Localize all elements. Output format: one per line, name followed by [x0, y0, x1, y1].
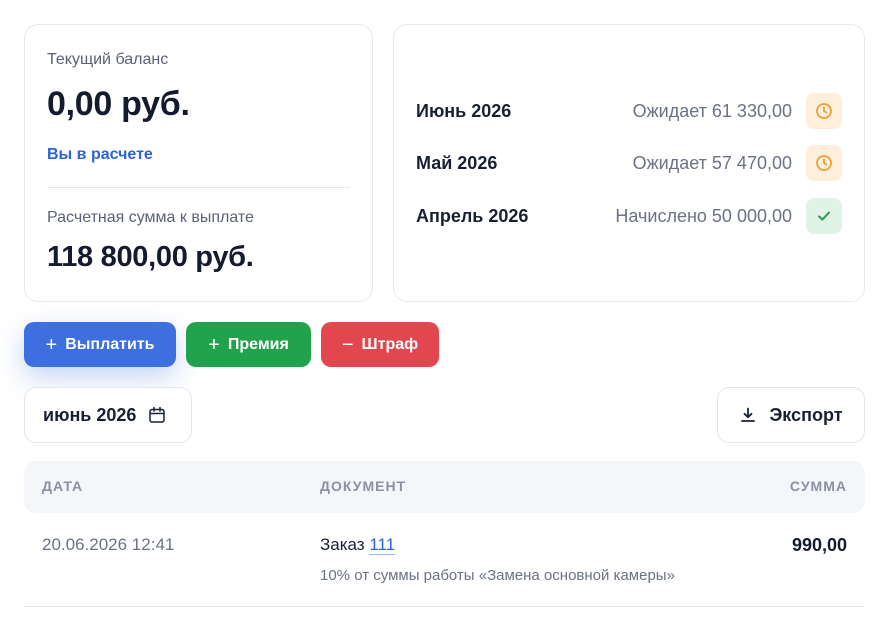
- minus-icon: −: [341, 333, 354, 356]
- table-row: 20.06.2026 12:41 Заказ 111 10% от суммы …: [24, 513, 865, 607]
- clock-icon: [816, 103, 832, 119]
- month-row[interactable]: Июнь 2026 Ожидает 61 330,00: [416, 93, 842, 129]
- month-row[interactable]: Май 2026 Ожидает 57 470,00: [416, 145, 842, 181]
- calendar-icon: [149, 406, 166, 423]
- pending-badge: [806, 93, 842, 129]
- month-status: Начислено 50 000,00: [615, 206, 792, 226]
- row-description: 10% от суммы работы «Замена основной кам…: [320, 567, 675, 584]
- pay-button[interactable]: + Выплатить: [24, 322, 176, 367]
- bonus-button-label: Премия: [227, 335, 289, 353]
- row-document: Заказ 111: [320, 535, 396, 555]
- month-status: Ожидает 57 470,00: [632, 153, 792, 173]
- row-date: 20.06.2026 12:41: [42, 535, 175, 554]
- monthly-summary-card: Июнь 2026 Ожидает 61 330,00 Май 2026 Ожи…: [393, 24, 865, 302]
- payout-label: Расчетная сумма к выплате: [47, 209, 254, 226]
- current-balance-amount: 0,00 руб.: [47, 85, 190, 123]
- check-icon: [818, 211, 830, 221]
- month-name: Апрель 2026: [416, 206, 529, 226]
- document-type: Заказ: [320, 535, 365, 554]
- fine-button[interactable]: − Штраф: [321, 322, 439, 367]
- plus-icon: +: [208, 333, 220, 356]
- month-row[interactable]: Апрель 2026 Начислено 50 000,00: [416, 198, 842, 234]
- row-amount: 990,00: [791, 535, 847, 555]
- clock-icon: [816, 155, 832, 171]
- month-status: Ожидает 61 330,00: [632, 101, 792, 121]
- fine-button-label: Штраф: [361, 335, 419, 353]
- settlement-status[interactable]: Вы в расчете: [47, 146, 153, 164]
- export-button[interactable]: Экспорт: [717, 387, 865, 443]
- plus-icon: +: [45, 333, 58, 356]
- divider: [47, 187, 350, 188]
- column-header-amount[interactable]: СУММА: [790, 478, 847, 494]
- payout-amount: 118 800,00 руб.: [47, 241, 254, 273]
- month-name: Июнь 2026: [416, 101, 512, 121]
- pay-button-label: Выплатить: [65, 335, 155, 353]
- balance-card: Текущий баланс 0,00 руб. Вы в расчете Ра…: [24, 24, 373, 302]
- done-badge: [806, 198, 842, 234]
- column-header-date[interactable]: ДАТА: [42, 478, 83, 494]
- export-label: Экспорт: [769, 404, 843, 425]
- pending-badge: [806, 145, 842, 181]
- bonus-button[interactable]: + Премия: [186, 322, 311, 367]
- current-balance-label: Текущий баланс: [47, 51, 169, 68]
- month-name: Май 2026: [416, 153, 498, 173]
- period-value: июнь 2026: [43, 404, 137, 425]
- table-header: ДАТА ДОКУМЕНТ СУММА: [24, 461, 865, 513]
- column-header-document[interactable]: ДОКУМЕНТ: [320, 478, 406, 494]
- download-icon: [741, 407, 756, 422]
- period-picker[interactable]: июнь 2026: [24, 387, 192, 443]
- order-link[interactable]: 111: [369, 535, 396, 555]
